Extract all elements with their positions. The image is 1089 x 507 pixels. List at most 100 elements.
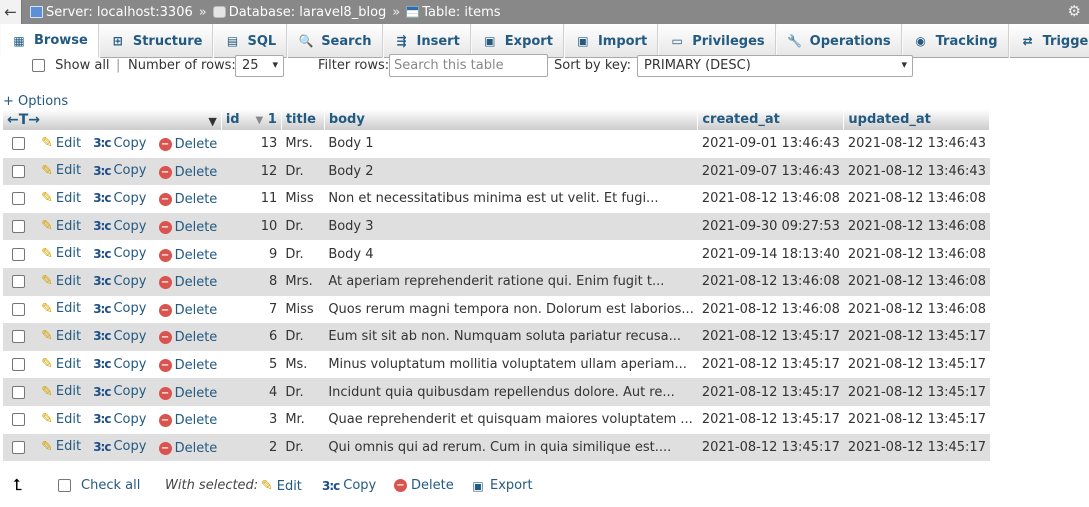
row-checkbox[interactable] — [12, 275, 25, 289]
cell-id[interactable]: 5 — [221, 350, 282, 379]
cell-id[interactable]: 3 — [221, 405, 282, 434]
row-edit-button[interactable]: ✎ Edit — [41, 190, 81, 206]
cell-body[interactable]: Incidunt quia quibusdam repellendus dolo… — [324, 378, 698, 406]
cell-body[interactable]: Non et necessitatibus minima est ut veli… — [324, 185, 698, 213]
row-edit-button[interactable]: ✎ Edit — [41, 328, 81, 344]
cell-body[interactable]: Minus voluptatum mollitia voluptatem ull… — [324, 350, 698, 379]
cell-updated-at[interactable]: 2021-08-12 13:46:08 — [843, 212, 990, 241]
row-edit-button[interactable]: ✎ Edit — [41, 301, 81, 317]
row-delete-button[interactable]: − Delete — [158, 275, 217, 290]
cell-body[interactable]: Body 4 — [324, 240, 698, 268]
row-copy-button[interactable]: 3:c Copy — [93, 301, 146, 316]
row-copy-button[interactable]: 3:c Copy — [93, 246, 146, 261]
cell-title[interactable]: Dr. — [281, 323, 325, 351]
cell-updated-at[interactable]: 2021-08-12 13:46:43 — [843, 157, 990, 186]
cell-updated-at[interactable]: 2021-08-12 13:45:17 — [843, 378, 990, 406]
cell-title[interactable]: Dr. — [281, 157, 325, 186]
row-edit-button[interactable]: ✎ Edit — [41, 384, 81, 400]
cell-id[interactable]: 6 — [221, 323, 282, 351]
cell-updated-at[interactable]: 2021-08-12 13:45:17 — [843, 350, 990, 379]
row-checkbox[interactable] — [12, 358, 25, 372]
sort-by-key-select[interactable]: PRIMARY (DESC) ▾ — [637, 55, 913, 77]
cell-created-at[interactable]: 2021-08-12 13:46:08 — [697, 295, 844, 324]
row-edit-button[interactable]: ✎ Edit — [41, 439, 81, 455]
row-copy-button[interactable]: 3:c Copy — [93, 412, 146, 427]
cell-body[interactable]: Qui omnis qui ad rerum. Cum in quia simi… — [324, 433, 698, 462]
check-all-checkbox[interactable] — [58, 479, 71, 492]
cell-title[interactable]: Dr. — [281, 212, 325, 241]
cell-body[interactable]: Quae reprehenderit et quisquam maiores v… — [324, 405, 698, 434]
header-body[interactable]: body — [324, 109, 699, 130]
row-edit-button[interactable]: ✎ Edit — [41, 411, 81, 427]
cell-body[interactable]: Body 1 — [324, 130, 698, 158]
cell-created-at[interactable]: 2021-08-12 13:46:08 — [697, 267, 844, 296]
cell-id[interactable]: 8 — [221, 267, 282, 296]
row-checkbox[interactable] — [12, 413, 25, 427]
cell-id[interactable]: 9 — [221, 240, 282, 268]
tab-import[interactable]: ▣ Import — [563, 24, 659, 58]
row-checkbox[interactable] — [12, 137, 25, 151]
cell-updated-at[interactable]: 2021-08-12 13:45:17 — [843, 433, 990, 462]
cell-created-at[interactable]: 2021-08-12 13:46:08 — [697, 185, 844, 213]
tab-insert[interactable]: ⇶ Insert — [382, 24, 471, 58]
row-checkbox[interactable] — [12, 164, 25, 178]
row-delete-button[interactable]: − Delete — [158, 413, 217, 428]
tab-browse[interactable]: ▦ Browse — [0, 24, 99, 58]
row-copy-button[interactable]: 3:c Copy — [93, 329, 146, 344]
column-resize-icon[interactable]: ←T→ — [7, 112, 40, 128]
tab-export[interactable]: ▣ Export — [470, 24, 564, 58]
show-all-checkbox[interactable] — [32, 59, 45, 72]
header-title[interactable]: title — [281, 109, 325, 130]
header-id[interactable]: id ▼ 1 — [221, 109, 282, 130]
tab-sql[interactable]: ▤ SQL — [213, 24, 288, 58]
row-checkbox[interactable] — [12, 192, 25, 206]
cell-updated-at[interactable]: 2021-08-12 13:46:08 — [843, 295, 990, 324]
cell-title[interactable]: Mrs. — [281, 130, 325, 158]
options-link[interactable]: + Options — [3, 94, 68, 109]
tab-privileges[interactable]: ▭ Privileges — [658, 24, 776, 58]
cell-body[interactable]: Body 2 — [324, 157, 698, 186]
show-all-control[interactable]: Show all — [32, 58, 110, 73]
header-created-at[interactable]: created_at — [697, 109, 845, 130]
tab-tracking[interactable]: ◉ Tracking — [901, 24, 1009, 58]
row-delete-button[interactable]: − Delete — [158, 192, 217, 207]
cell-updated-at[interactable]: 2021-08-12 13:46:08 — [843, 267, 990, 296]
row-copy-button[interactable]: 3:c Copy — [93, 219, 146, 234]
cell-body[interactable]: At aperiam reprehenderit ratione qui. En… — [324, 267, 698, 296]
breadcrumb-table[interactable]: Table: items — [422, 5, 500, 20]
bulk-edit-button[interactable]: ✎ Edit — [261, 478, 302, 494]
cell-title[interactable]: Dr. — [281, 433, 325, 462]
breadcrumb-database[interactable]: Database: laravel8_blog — [229, 5, 387, 20]
cell-title[interactable]: Miss — [281, 185, 325, 213]
row-delete-button[interactable]: − Delete — [158, 165, 217, 180]
cell-updated-at[interactable]: 2021-08-12 13:46:08 — [843, 240, 990, 268]
row-edit-button[interactable]: ✎ Edit — [41, 218, 81, 234]
cell-id[interactable]: 2 — [221, 433, 282, 462]
cell-title[interactable]: Dr. — [281, 240, 325, 268]
cell-title[interactable]: Ms. — [281, 350, 325, 379]
row-delete-button[interactable]: − Delete — [158, 330, 217, 345]
tab-triggers[interactable]: ⇄ Triggers — [1008, 24, 1089, 58]
row-delete-button[interactable]: − Delete — [158, 386, 217, 401]
tab-operations[interactable]: 🔧 Operations — [775, 24, 902, 58]
row-copy-button[interactable]: 3:c Copy — [93, 384, 146, 399]
row-edit-button[interactable]: ✎ Edit — [41, 163, 81, 179]
row-copy-button[interactable]: 3:c Copy — [93, 357, 146, 372]
cell-updated-at[interactable]: 2021-08-12 13:46:43 — [843, 130, 990, 158]
back-arrow-icon[interactable]: ← — [0, 0, 22, 24]
row-delete-button[interactable]: − Delete — [158, 220, 217, 235]
row-checkbox[interactable] — [12, 330, 25, 344]
cell-created-at[interactable]: 2021-09-30 09:27:53 — [697, 212, 844, 241]
filter-rows-input[interactable]: Search this table — [389, 54, 548, 77]
cell-title[interactable]: Mr. — [281, 405, 325, 434]
cell-updated-at[interactable]: 2021-08-12 13:45:17 — [843, 323, 990, 351]
cell-title[interactable]: Mrs. — [281, 267, 325, 296]
row-edit-button[interactable]: ✎ Edit — [41, 273, 81, 289]
row-copy-button[interactable]: 3:c Copy — [93, 439, 146, 454]
row-checkbox[interactable] — [12, 220, 25, 234]
cell-created-at[interactable]: 2021-09-14 18:13:40 — [697, 240, 844, 268]
row-delete-button[interactable]: − Delete — [158, 137, 217, 152]
cell-updated-at[interactable]: 2021-08-12 13:46:08 — [843, 185, 990, 213]
bulk-export-button[interactable]: ▣ Export — [470, 478, 532, 493]
row-delete-button[interactable]: − Delete — [158, 358, 217, 373]
